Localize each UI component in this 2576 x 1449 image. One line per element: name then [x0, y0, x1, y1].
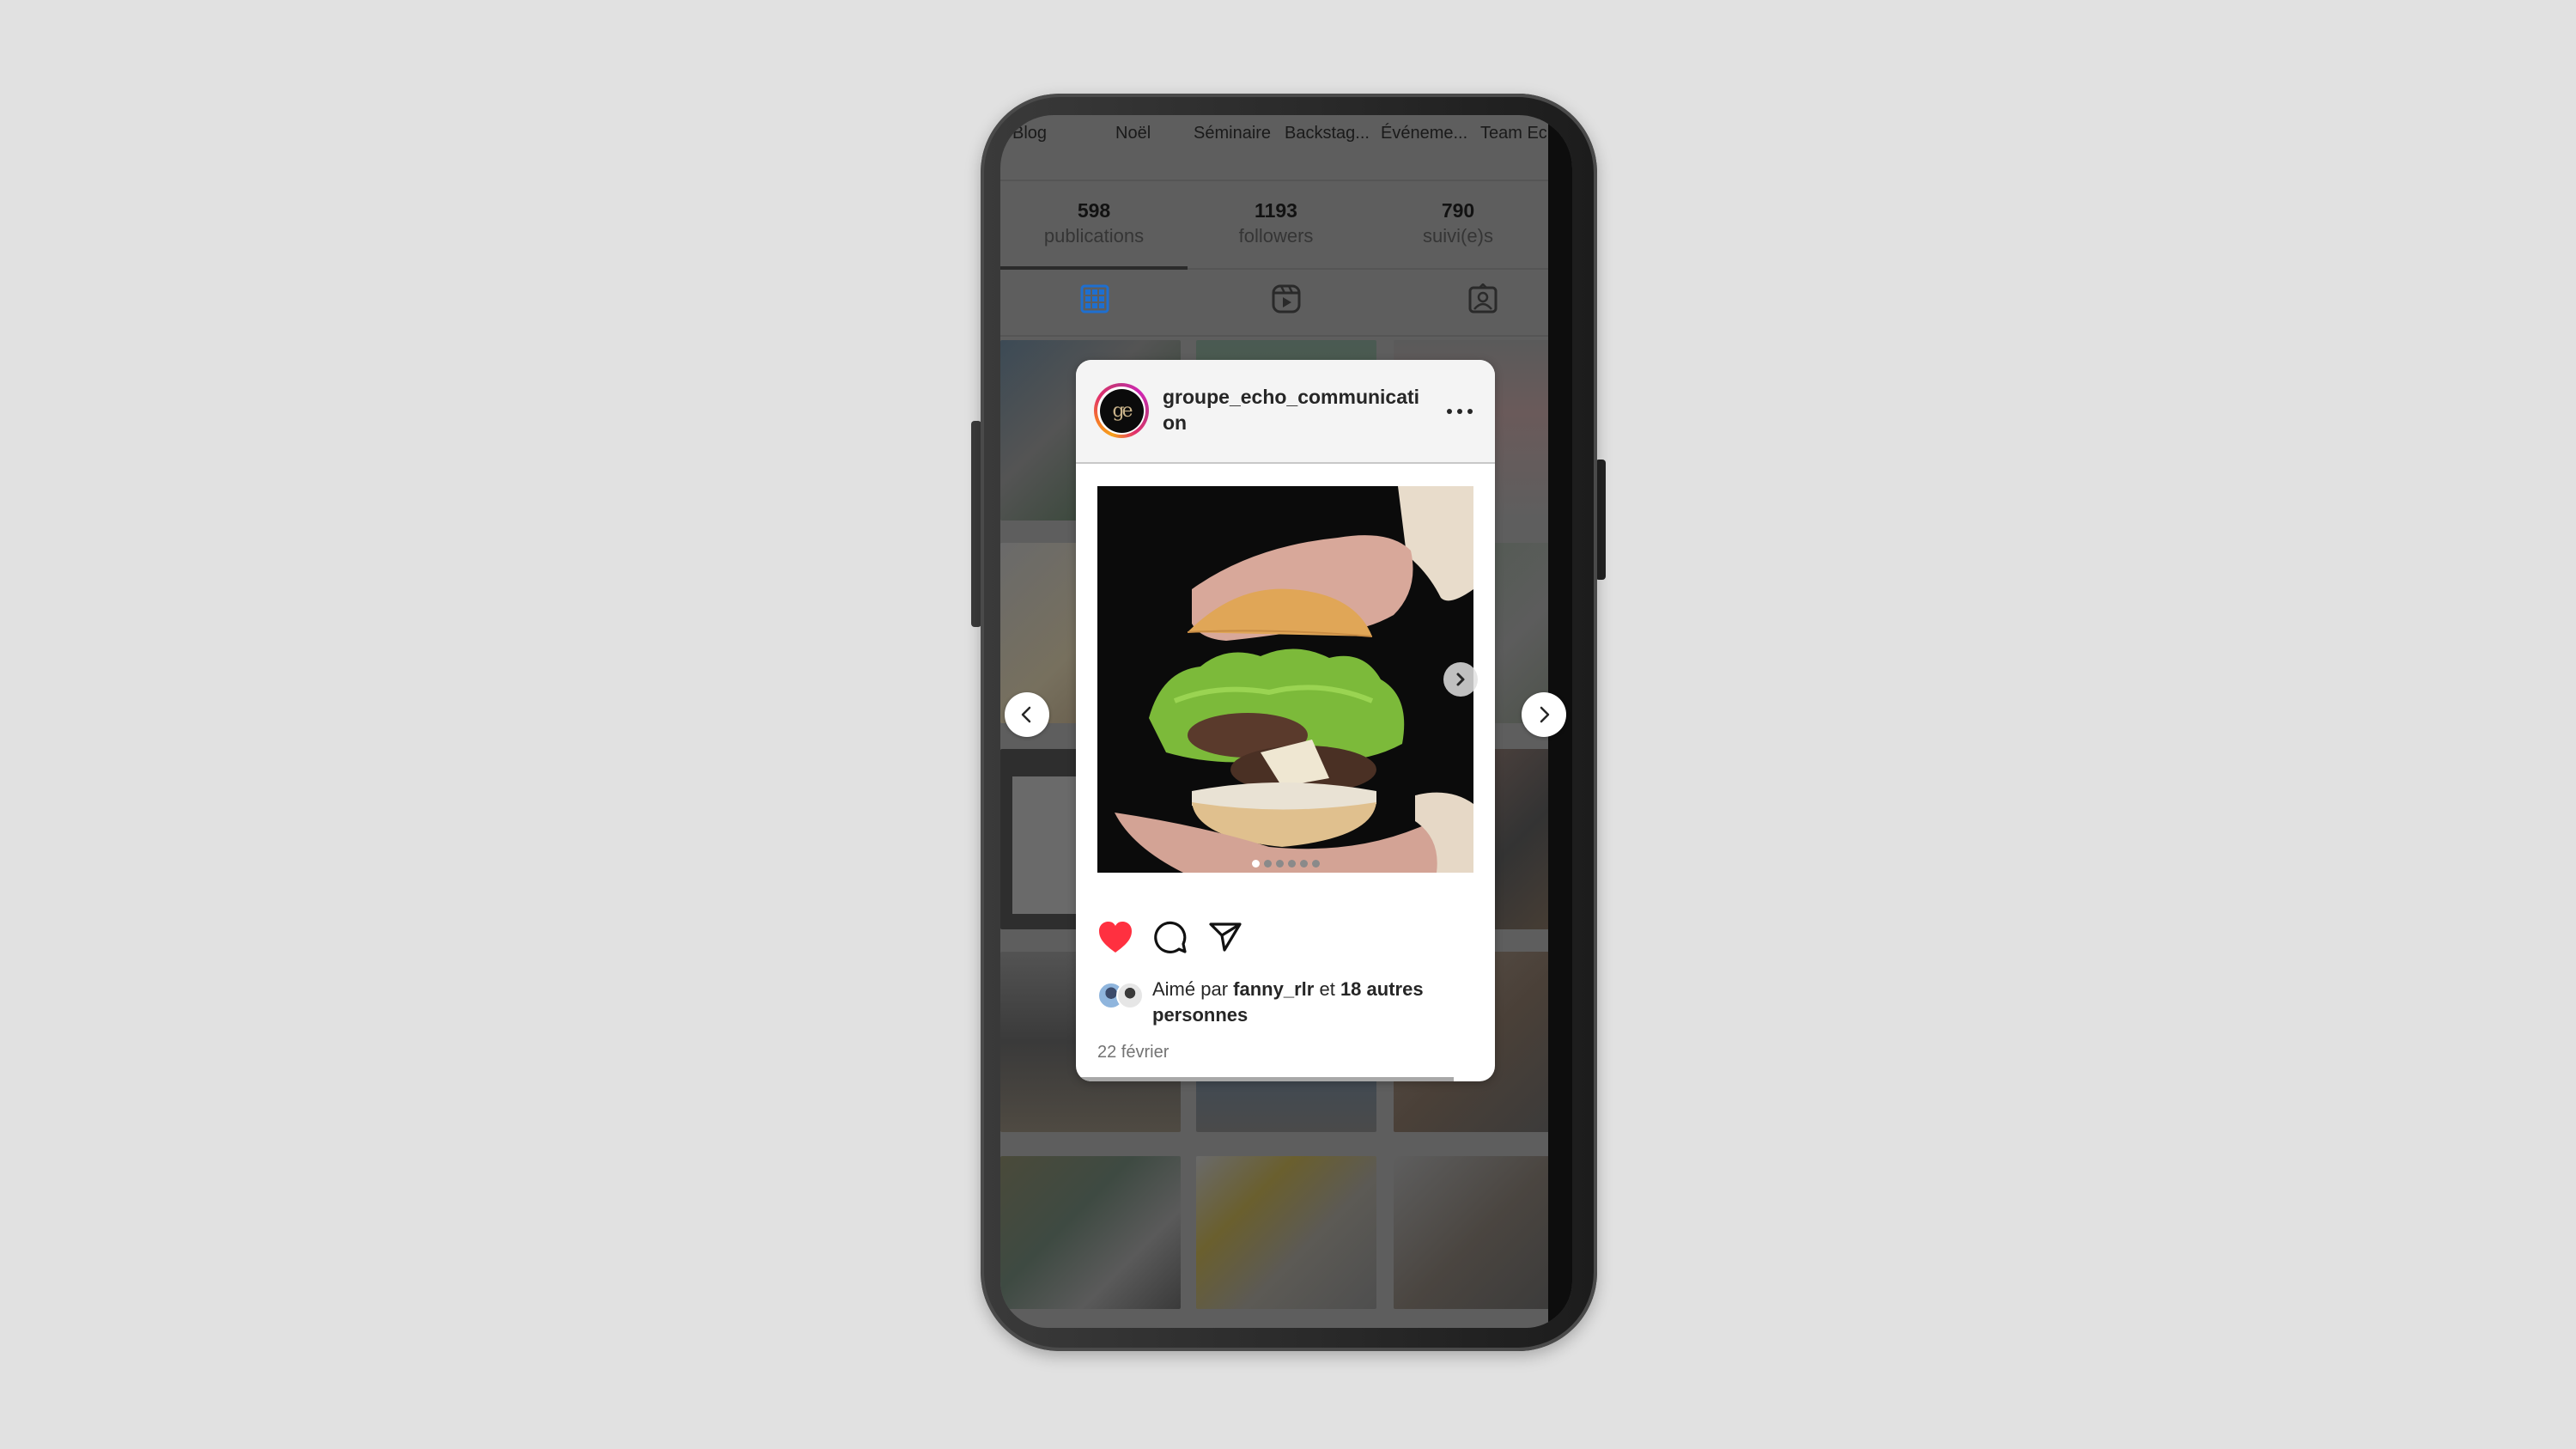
carousel-dot [1263, 860, 1272, 868]
avatar-border: ge [1097, 387, 1145, 435]
burger-photo [1097, 486, 1473, 873]
highlight-blog[interactable]: Blog [1012, 124, 1047, 143]
carousel-dot [1275, 860, 1284, 868]
carousel-dot [1251, 860, 1260, 868]
previous-post-button[interactable] [1005, 692, 1049, 737]
chevron-right-icon [1540, 706, 1550, 723]
tab-grid[interactable] [1079, 283, 1110, 314]
likes-text: Aimé par fanny_rlr et 18 autres personne… [1152, 977, 1461, 1028]
post-date: 22 février [1097, 1043, 1170, 1062]
more-options-icon [1447, 409, 1452, 414]
post-modal: ge groupe_echo_communication Aimé par fa… [1076, 360, 1495, 1081]
following-count: 790 [1441, 199, 1475, 222]
grid-icon [1080, 284, 1109, 314]
avatar-monogram: ge [1099, 388, 1144, 433]
chevron-right-icon [1456, 673, 1465, 686]
grid-post[interactable] [1196, 1156, 1376, 1309]
post-actions [1097, 918, 1243, 956]
publications-count: 598 [1077, 199, 1111, 222]
carousel-next-button[interactable] [1443, 662, 1478, 697]
tab-reels[interactable] [1271, 283, 1302, 314]
highlight-evenements[interactable]: Événeme... [1381, 124, 1467, 143]
carousel-indicator [1097, 860, 1473, 868]
post-username[interactable]: groupe_echo_communication [1163, 384, 1420, 435]
carousel-dot [1299, 860, 1308, 868]
comment-button[interactable] [1152, 919, 1188, 955]
carousel-dot [1287, 860, 1296, 868]
post-header: ge groupe_echo_communication [1076, 360, 1495, 464]
followers-label: followers [1238, 225, 1314, 247]
highlight-backstage[interactable]: Backstag... [1285, 124, 1370, 143]
reels-icon [1272, 284, 1301, 314]
stat-followers[interactable]: 1193 followers [1186, 198, 1366, 249]
tagged-icon [1468, 283, 1498, 314]
following-label: suivi(e)s [1423, 225, 1493, 247]
liker-username[interactable]: fanny_rlr [1233, 978, 1314, 1000]
carousel-dot [1311, 860, 1320, 868]
story-highlights: Blog Noël Séminaire Backstag... Événeme.… [1000, 115, 1572, 182]
stat-following[interactable]: 790 suivi(e)s [1368, 198, 1548, 249]
likes-connector: et [1319, 978, 1335, 1000]
modal-scrollbar[interactable] [1076, 1077, 1454, 1081]
likes-prefix: Aimé par [1152, 978, 1229, 1000]
next-post-button[interactable] [1522, 692, 1566, 737]
like-button[interactable] [1097, 919, 1133, 955]
grid-post[interactable] [1394, 1156, 1572, 1309]
grid-post[interactable] [1000, 1156, 1181, 1309]
profile-avatar[interactable]: ge [1094, 383, 1149, 438]
highlight-noel[interactable]: Noël [1115, 124, 1151, 143]
heart-icon [1099, 922, 1132, 953]
liker-avatar [1116, 982, 1144, 1009]
chevron-left-icon [1021, 706, 1031, 723]
more-options-button[interactable] [1447, 401, 1473, 422]
liker-avatars[interactable] [1097, 982, 1147, 1011]
highlights-divider [1000, 180, 1548, 181]
tabs-divider [1000, 335, 1548, 337]
share-button[interactable] [1207, 919, 1243, 955]
publications-label: publications [1043, 225, 1145, 247]
active-stat-underline [1000, 266, 1188, 270]
more-dot [1457, 409, 1462, 414]
more-dot [1467, 409, 1473, 414]
followers-count: 1193 [1255, 199, 1297, 222]
post-image[interactable] [1097, 486, 1473, 873]
tab-tagged[interactable] [1467, 283, 1498, 314]
stat-publications[interactable]: 598 publications [1004, 198, 1184, 249]
comment-icon [1154, 921, 1187, 953]
highlight-seminaire[interactable]: Séminaire [1194, 124, 1271, 143]
send-icon [1209, 922, 1242, 952]
